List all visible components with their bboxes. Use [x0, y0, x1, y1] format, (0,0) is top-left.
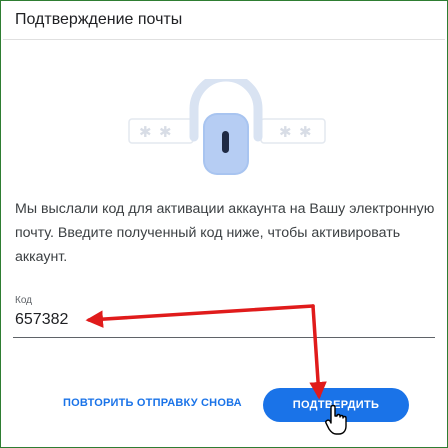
password-dots-left: ✱ ✱: [128, 118, 194, 144]
title-divider: [3, 39, 445, 40]
code-input-underline: [13, 337, 435, 338]
dialog-title: Подтверждение почты: [15, 11, 183, 28]
code-input[interactable]: [13, 308, 317, 332]
password-dots-right: ✱ ✱: [260, 118, 326, 144]
svg-text:✱: ✱: [299, 123, 312, 141]
confirm-button-label: ПОДТВЕРДИТЬ: [292, 399, 380, 411]
email-confirmation-dialog: Подтверждение почты ✱ ✱ ✱ ✱ Мы выслали к…: [0, 0, 448, 448]
instruction-text: Мы выслали код для активации аккаунта на…: [15, 201, 435, 265]
svg-text:✱: ✱: [279, 123, 292, 141]
svg-text:✱: ✱: [159, 123, 172, 141]
lock-icon: [203, 113, 249, 175]
code-field-label: Код: [15, 295, 33, 306]
svg-text:✱: ✱: [139, 123, 152, 141]
resend-code-button[interactable]: ПОВТОРИТЬ ОТПРАВКУ СНОВА: [63, 397, 242, 409]
lock-illustration: ✱ ✱ ✱ ✱: [128, 79, 326, 175]
confirm-button[interactable]: ПОДТВЕРДИТЬ: [263, 388, 409, 422]
